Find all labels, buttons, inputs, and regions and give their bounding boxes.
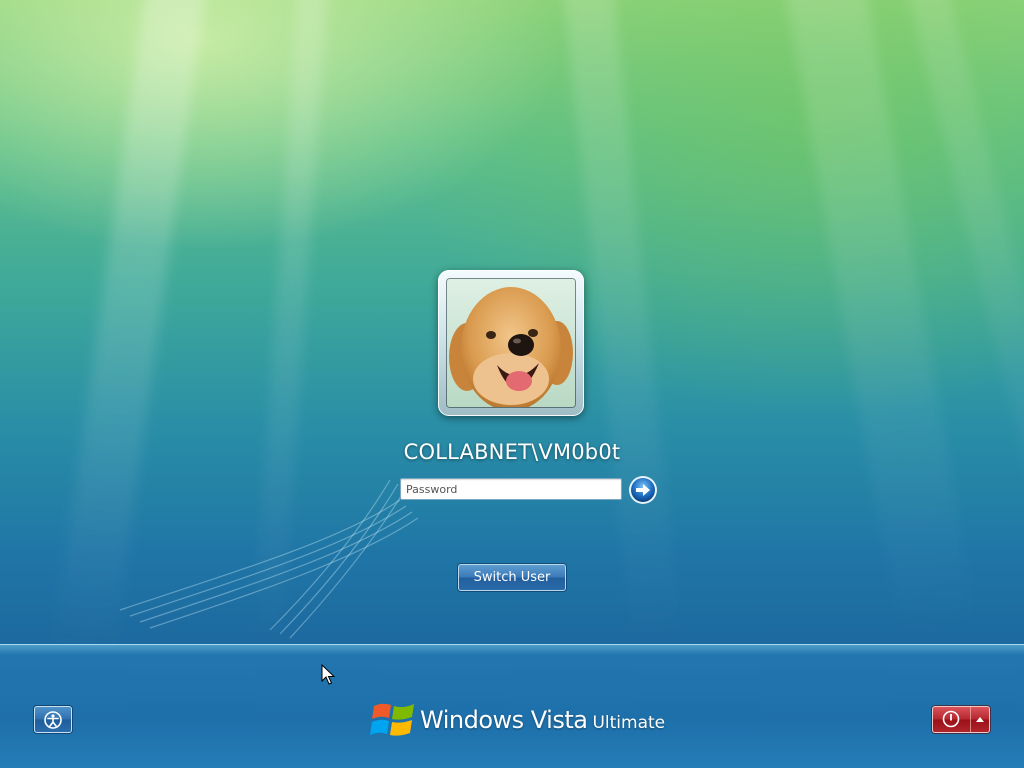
user-picture [447, 279, 575, 407]
arrow-right-icon [629, 476, 657, 504]
mouse-cursor-icon [321, 664, 335, 685]
windows-vista-logo: Windows Vista Ultimate [370, 698, 670, 742]
edition-name: Ultimate [592, 713, 666, 733]
switch-user-button[interactable]: Switch User [458, 564, 566, 591]
logo-text: Windows Vista Ultimate [420, 706, 665, 734]
logon-screen: COLLABNET\VM0b0t Switch User Windows Vis… [0, 0, 1024, 768]
password-field[interactable] [400, 478, 622, 500]
background-swoosh [119, 479, 419, 639]
ease-of-access-icon [44, 711, 62, 729]
windows-flag-icon [370, 703, 414, 736]
submit-arrow-button[interactable] [628, 475, 658, 505]
shutdown-button[interactable] [933, 707, 971, 732]
brand-name: Windows Vista [420, 706, 588, 734]
ease-of-access-button[interactable] [34, 706, 72, 733]
user-tile[interactable] [438, 270, 584, 416]
shutdown-options-button[interactable] [971, 707, 989, 732]
shutdown-button-group [932, 706, 990, 733]
triangle-up-icon [976, 717, 984, 722]
power-icon [942, 710, 960, 728]
dog-picture-icon [447, 279, 575, 407]
username-label: COLLABNET\VM0b0t [403, 440, 621, 464]
